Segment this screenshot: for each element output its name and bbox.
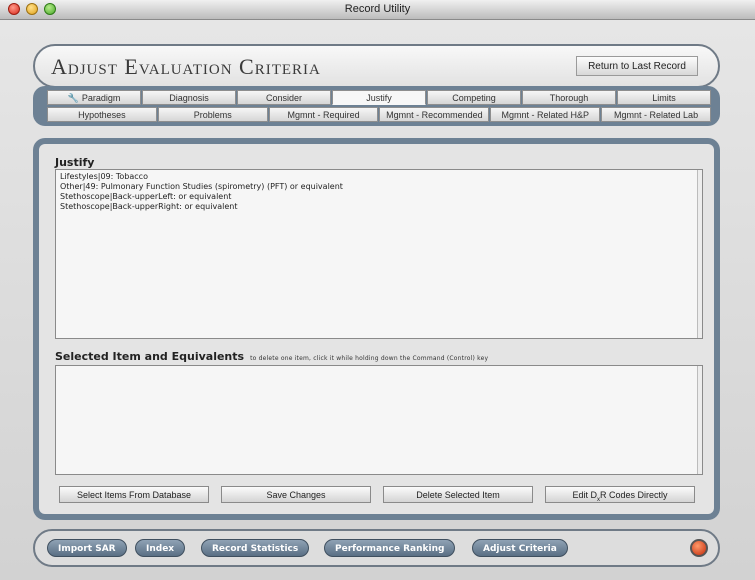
delete-selected-item-button[interactable]: Delete Selected Item <box>383 486 533 503</box>
select-items-button[interactable]: Select Items From Database <box>59 486 209 503</box>
selected-items-hint: to delete one item, click it while holdi… <box>250 355 489 362</box>
tab-paradigm[interactable]: 🔧 Paradigm <box>47 90 141 105</box>
record-statistics-button[interactable]: Record Statistics <box>201 539 310 557</box>
main-panel: Justify Lifestyles|09: Tobacco Other|49:… <box>33 138 720 520</box>
list-item[interactable]: Stethoscope|Back-upperLeft: or equivalen… <box>60 192 698 202</box>
action-button-row: Select Items From Database Save Changes … <box>59 486 695 503</box>
tab-mgmnt-required[interactable]: Mgmnt - Required <box>268 107 379 122</box>
justify-list[interactable]: Lifestyles|09: Tobacco Other|49: Pulmona… <box>55 169 703 339</box>
edit-codes-label-post: R Codes Directly <box>599 490 668 500</box>
power-icon[interactable] <box>690 539 708 557</box>
list-item[interactable]: Lifestyles|09: Tobacco <box>60 172 698 182</box>
edit-codes-label-pre: Edit D <box>572 490 597 500</box>
title-bar: Record Utility <box>0 0 755 20</box>
tab-hypotheses[interactable]: Hypotheses <box>47 107 157 122</box>
window-content: Adjust Evaluation Criteria Return to Las… <box>0 20 755 580</box>
tab-label: Paradigm <box>81 93 121 103</box>
tab-competing[interactable]: Competing <box>427 90 521 105</box>
tab-row-primary: 🔧 Paradigm Diagnosis Consider Justify Com… <box>47 90 712 105</box>
tab-mgmnt-related-lab[interactable]: Mgmnt - Related Lab <box>601 107 711 122</box>
window-title: Record Utility <box>344 3 411 15</box>
wrench-icon: 🔧 <box>67 93 79 103</box>
index-button[interactable]: Index <box>135 539 186 557</box>
adjust-criteria-button[interactable]: Adjust Criteria <box>472 539 568 557</box>
header-bar: Adjust Evaluation Criteria Return to Las… <box>33 44 720 88</box>
selected-items-heading: Selected Item and Equivalents to delete o… <box>55 350 488 363</box>
return-to-last-record-button[interactable]: Return to Last Record <box>576 56 698 76</box>
tab-mgmnt-related-hp[interactable]: Mgmnt - Related H&P <box>490 107 601 122</box>
tab-justify[interactable]: Justify <box>332 90 426 105</box>
tab-mgmnt-recommended[interactable]: Mgmnt - Recommended <box>379 107 490 122</box>
justify-list-scrollbar[interactable] <box>697 170 702 338</box>
performance-ranking-button[interactable]: Performance Ranking <box>324 539 456 557</box>
list-item[interactable]: Stethoscope|Back-upperRight: or equivale… <box>60 202 698 212</box>
selected-list-scrollbar[interactable] <box>697 366 702 474</box>
bottom-nav-bar: Import SAR Index Record Statistics Perfo… <box>33 529 720 567</box>
tab-diagnosis[interactable]: Diagnosis <box>142 90 236 105</box>
criteria-tab-panel: 🔧 Paradigm Diagnosis Consider Justify Com… <box>33 86 720 126</box>
tab-thorough[interactable]: Thorough <box>522 90 616 105</box>
save-changes-button[interactable]: Save Changes <box>221 486 371 503</box>
selected-items-list[interactable] <box>55 365 703 475</box>
import-sar-button[interactable]: Import SAR <box>47 539 127 557</box>
selected-items-label: Selected Item and Equivalents <box>55 350 245 363</box>
page-title: Adjust Evaluation Criteria <box>51 54 321 79</box>
tab-consider[interactable]: Consider <box>237 90 331 105</box>
edit-codes-button[interactable]: Edit DxR Codes Directly <box>545 486 695 503</box>
justify-label: Justify <box>55 156 95 169</box>
main-panel-inner: Justify Lifestyles|09: Tobacco Other|49:… <box>39 144 714 514</box>
tab-problems[interactable]: Problems <box>157 107 268 122</box>
tab-row-secondary: Hypotheses Problems Mgmnt - Required Mgm… <box>47 107 712 122</box>
tab-limits[interactable]: Limits <box>617 90 711 105</box>
list-item[interactable]: Other|49: Pulmonary Function Studies (sp… <box>60 182 698 192</box>
